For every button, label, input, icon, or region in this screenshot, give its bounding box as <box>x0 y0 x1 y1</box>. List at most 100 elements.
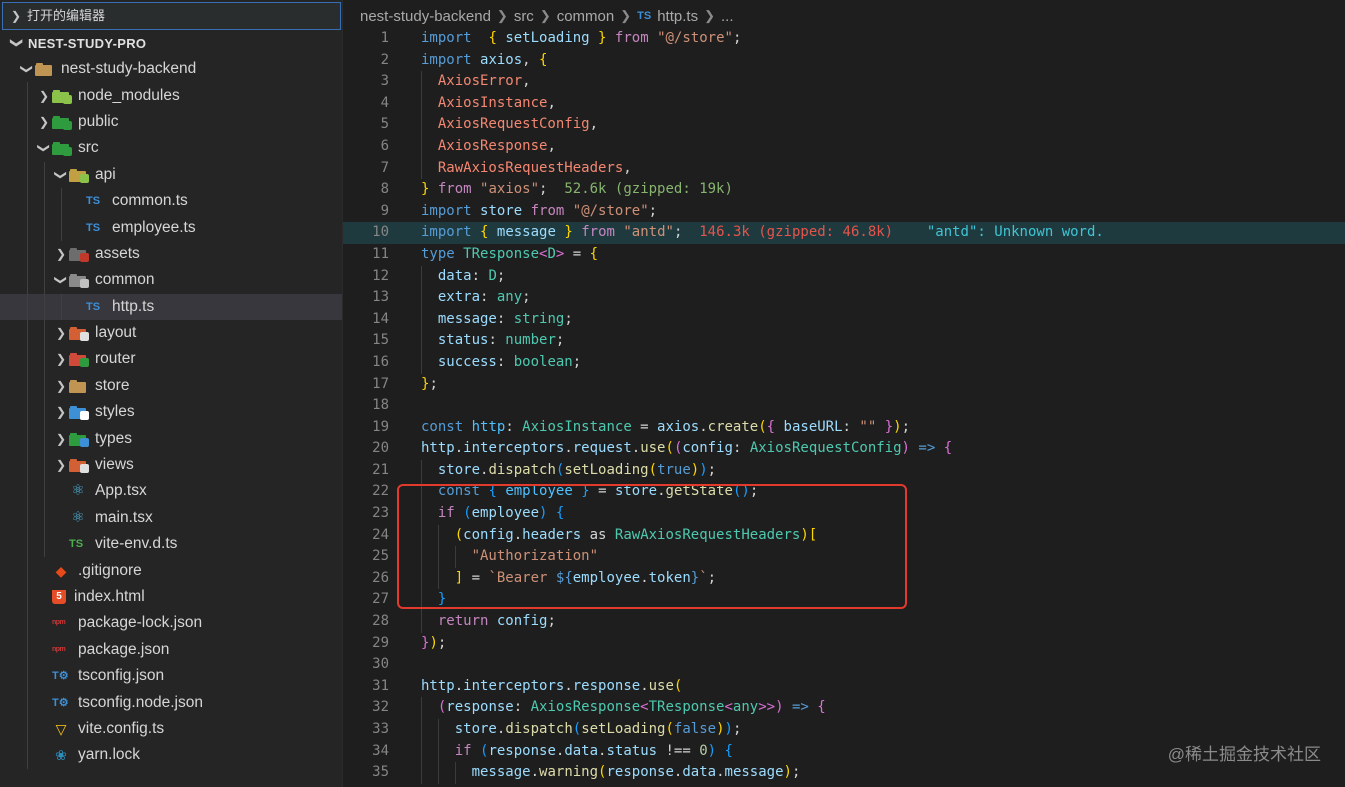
code-line[interactable]: 22 const { employee } = store.getState(); <box>343 481 1345 504</box>
tree-item[interactable]: ❯ nest-study-backend <box>0 56 342 82</box>
code-line[interactable]: 28 return config; <box>343 611 1345 633</box>
code-line[interactable]: 29}); <box>343 633 1345 655</box>
tree-item[interactable]: ❯ api <box>0 161 342 188</box>
tree-item[interactable]: ❯ router <box>0 346 342 373</box>
code-line[interactable]: 14 message: string; <box>343 308 1345 331</box>
code-line[interactable]: 6 AxiosResponse, <box>343 135 1345 158</box>
code-line[interactable]: 4 AxiosInstance, <box>343 92 1345 115</box>
tree-item[interactable]: ◆ .gitignore <box>0 557 342 584</box>
react-file-icon: ⚛ <box>71 508 85 526</box>
tree-item[interactable]: ❯ store <box>0 372 342 400</box>
open-editors-section[interactable]: ❯ 打开的编辑器 <box>2 2 341 30</box>
code-line[interactable]: 15 status: number; <box>343 330 1345 352</box>
breadcrumb-more[interactable]: ... <box>721 8 734 25</box>
typescript-file-icon: TS <box>86 195 101 208</box>
code-line[interactable]: 2 import axios, { <box>343 50 1345 72</box>
tree-item[interactable]: T⚙ tsconfig.json <box>0 662 342 690</box>
code-line[interactable]: 7 RawAxiosRequestHeaders, <box>343 157 1345 180</box>
code-line[interactable]: 10 import { message } from "antd"; 146.3k… <box>343 222 1345 244</box>
code-line[interactable]: 20 http.interceptors.request.use((config:… <box>343 438 1345 460</box>
code-line[interactable]: 21 store.dispatch(setLoading(true)); <box>343 459 1345 482</box>
code-line[interactable]: 30 <box>343 654 1345 676</box>
tree-item[interactable]: TS http.ts <box>0 293 342 320</box>
project-label: NEST-STUDY-PRO <box>28 35 147 51</box>
tree-item[interactable]: ❯ src <box>0 135 342 162</box>
code-line[interactable]: 32 (response: AxiosResponse<TResponse<any… <box>343 697 1345 719</box>
code-text: }); <box>421 633 446 655</box>
code-token: ( <box>463 505 472 522</box>
code-token: : <box>480 289 497 306</box>
code-line[interactable]: 27} <box>343 589 1345 612</box>
code-line[interactable]: 8} from "axios"; 52.6k (gzipped: 19k) <box>343 179 1345 201</box>
tree-item[interactable]: ❯ public <box>0 108 342 136</box>
tree-item[interactable]: ❯ layout <box>0 319 342 347</box>
breadcrumb-item[interactable]: nest-study-backend <box>360 8 491 25</box>
folder-badge-icon <box>80 279 89 289</box>
tree-item[interactable]: ❯ styles <box>0 399 342 426</box>
project-section-header[interactable]: ❯ NEST-STUDY-PRO <box>0 30 342 56</box>
tree-item[interactable]: ❯ common <box>0 267 342 294</box>
code-line[interactable]: 33 store.dispatch(setLoading(false)); <box>343 719 1345 741</box>
code-token: : <box>496 310 514 327</box>
tree-item[interactable]: ❯ node_modules <box>0 82 342 109</box>
open-editors-label: 打开的编辑器 <box>27 8 106 23</box>
code-line[interactable]: 1 import { setLoading } from "@/store"; <box>343 28 1345 50</box>
code-line[interactable]: 16 success: boolean; <box>343 351 1345 374</box>
tree-item[interactable]: TS employee.ts <box>0 214 342 241</box>
code-line[interactable]: 24 (config.headers as RawAxiosRequestHead… <box>343 524 1345 547</box>
code-line[interactable]: 18 <box>343 395 1345 417</box>
code-token: ; <box>732 30 742 46</box>
code-line[interactable]: 3 AxiosError, <box>343 71 1345 93</box>
tree-item[interactable]: 5 index.html <box>0 583 342 611</box>
code-line[interactable]: 25 "Authorization" <box>343 546 1345 568</box>
folder-icon <box>52 115 72 130</box>
tree-item[interactable]: ⚛ App.tsx <box>0 478 342 505</box>
tree-item[interactable]: ⚛ main.tsx <box>0 504 342 532</box>
code-token: interceptors <box>463 440 565 457</box>
code-text: (config.headers as RawAxiosRequestHeader… <box>455 525 818 547</box>
code-token: token <box>648 569 691 586</box>
indent-guide <box>421 92 422 115</box>
tree-item[interactable]: T⚙ tsconfig.node.json <box>0 689 342 716</box>
tree-item-label: assets <box>95 244 140 262</box>
breadcrumb-item[interactable]: common <box>557 8 615 25</box>
code-token: ; <box>539 181 565 198</box>
line-number: 7 <box>380 159 389 176</box>
tree-item[interactable]: ▽ vite.config.ts <box>0 715 342 743</box>
code-line[interactable]: 31 http.interceptors.response.use( <box>343 676 1345 698</box>
tree-item[interactable]: ❯ views <box>0 451 342 479</box>
tree-item-label: common.ts <box>112 192 188 210</box>
code-token: => <box>791 699 809 716</box>
code-line[interactable]: 13 extra: any; <box>343 287 1345 309</box>
code-token: , <box>589 116 599 133</box>
code-line[interactable]: 9 import store from "@/store"; <box>343 201 1345 223</box>
code-token: ; <box>564 310 573 327</box>
tree-item[interactable]: ❯ types <box>0 425 342 452</box>
code-line[interactable]: 12 data: D; <box>343 265 1345 288</box>
code-token: RawAxiosRequestHeaders <box>614 526 801 543</box>
code-editor[interactable]: nest-study-backend ❯ src ❯ common ❯ TS h… <box>343 0 1345 787</box>
code-line[interactable]: 35 message.warning(response.data.message)… <box>343 762 1345 784</box>
tree-item[interactable]: ❯ assets <box>0 240 342 268</box>
tree-item[interactable]: ❀ yarn.lock <box>0 742 342 769</box>
folder-badge-icon <box>80 358 89 368</box>
code-line[interactable]: 5 AxiosRequestConfig, <box>343 114 1345 136</box>
code-line[interactable]: 11 type TResponse<D> = { <box>343 244 1345 266</box>
tree-item[interactable]: npm package.json <box>0 636 342 663</box>
code-line[interactable]: 19 const http: AxiosInstance = axios.crea… <box>343 417 1345 439</box>
code-area[interactable]: 1 import { setLoading } from "@/store"; 2 i… <box>343 28 1345 784</box>
breadcrumb-file[interactable]: http.ts <box>657 8 698 25</box>
code-line[interactable]: 17}; <box>343 374 1345 396</box>
breadcrumb-item[interactable]: src <box>514 8 534 25</box>
tree-item[interactable]: TS common.ts <box>0 187 342 215</box>
code-line[interactable]: 26] = `Bearer ${employee.token}`; <box>343 567 1345 590</box>
code-token: , <box>547 94 556 111</box>
tree-item[interactable]: TS vite-env.d.ts <box>0 531 342 558</box>
code-text: const http: AxiosInstance = axios.create… <box>421 417 910 439</box>
code-line[interactable]: 23 if (employee) { <box>343 503 1345 525</box>
tree-item[interactable]: npm package-lock.json <box>0 610 342 637</box>
code-token: = <box>463 569 489 586</box>
